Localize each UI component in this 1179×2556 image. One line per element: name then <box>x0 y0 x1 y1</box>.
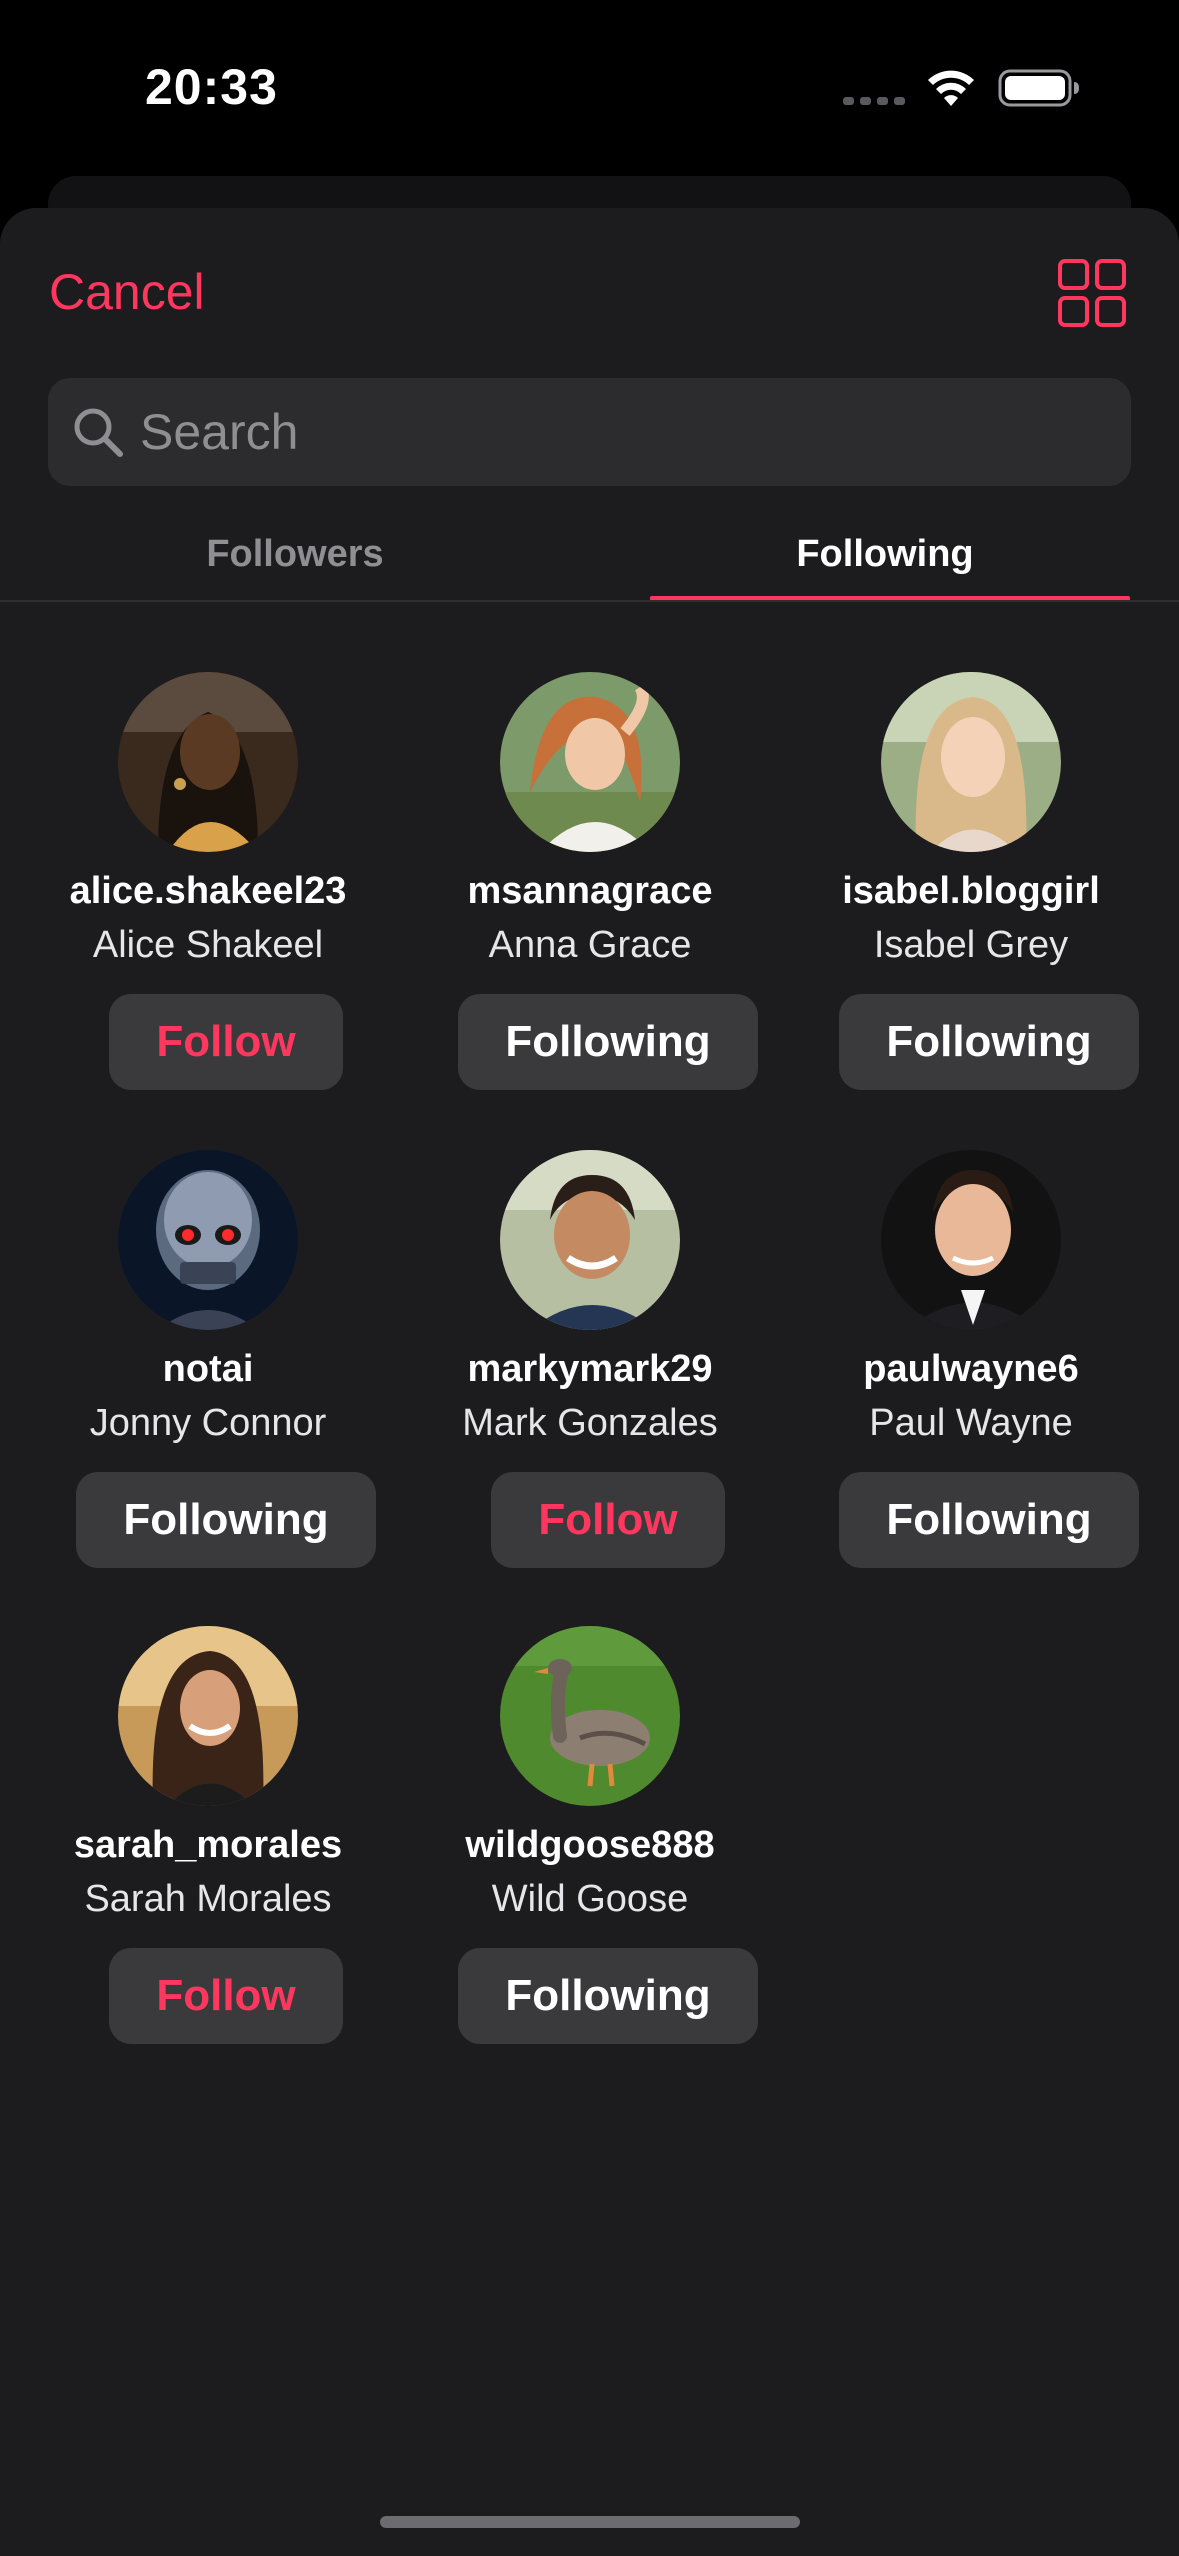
display-name: Mark Gonzales <box>462 1402 718 1444</box>
portrait-photo <box>118 672 298 852</box>
home-indicator <box>380 2516 800 2528</box>
user-card: isabel.bloggirl Isabel Grey Following <box>781 672 1161 1112</box>
follow-button[interactable]: Follow <box>491 1472 725 1568</box>
avatar[interactable] <box>118 1150 298 1330</box>
user-card: markymark29 Mark Gonzales Follow <box>400 1150 780 1590</box>
search-icon <box>74 408 123 457</box>
avatar[interactable] <box>118 1626 298 1806</box>
follow-button[interactable]: Following <box>839 994 1139 1090</box>
search-input[interactable] <box>140 378 1100 486</box>
follow-button[interactable]: Following <box>839 1472 1139 1568</box>
search-bar[interactable] <box>48 378 1131 486</box>
follow-button[interactable]: Following <box>458 1948 758 2044</box>
portrait-photo <box>500 1150 680 1330</box>
portrait-photo <box>881 672 1061 852</box>
tab-followers[interactable]: Followers <box>0 528 590 602</box>
user-card: sarah_morales Sarah Morales Follow <box>18 1626 398 2066</box>
display-name: Paul Wayne <box>869 1402 1073 1444</box>
username: paulwayne6 <box>863 1348 1079 1390</box>
display-name: Wild Goose <box>491 1878 689 1920</box>
follow-button[interactable]: Following <box>76 1472 376 1568</box>
grid-view-button[interactable] <box>1057 258 1127 328</box>
username: markymark29 <box>467 1348 713 1390</box>
display-name: Anna Grace <box>488 924 692 966</box>
user-card: notai Jonny Connor Following <box>18 1150 398 1590</box>
username: sarah_morales <box>73 1824 343 1866</box>
portrait-photo <box>881 1150 1061 1330</box>
user-card: paulwayne6 Paul Wayne Following <box>781 1150 1161 1590</box>
status-time: 20:33 <box>145 59 278 115</box>
wifi-icon <box>928 70 974 106</box>
username: msannagrace <box>467 870 713 912</box>
username: wildgoose888 <box>465 1824 715 1866</box>
portrait-photo <box>118 1626 298 1806</box>
avatar[interactable] <box>500 1150 680 1330</box>
avatar[interactable] <box>500 672 680 852</box>
avatar[interactable] <box>881 672 1061 852</box>
display-name: Sarah Morales <box>84 1878 332 1920</box>
follow-button[interactable]: Follow <box>109 1948 343 2044</box>
battery-icon <box>998 69 1079 107</box>
portrait-photo <box>500 672 680 852</box>
tab-divider <box>0 600 1179 602</box>
tab-following[interactable]: Following <box>590 528 1179 602</box>
display-name: Jonny Connor <box>89 1402 327 1444</box>
avatar[interactable] <box>500 1626 680 1806</box>
user-card: alice.shakeel23 Alice Shakeel Follow <box>18 672 398 1112</box>
user-card: msannagrace Anna Grace Following <box>400 672 780 1112</box>
display-name: Alice Shakeel <box>92 924 324 966</box>
robot-skull-photo <box>118 1150 298 1330</box>
goose-photo <box>500 1626 680 1806</box>
cancel-button[interactable]: Cancel <box>49 262 205 322</box>
avatar[interactable] <box>881 1150 1061 1330</box>
follow-button[interactable]: Follow <box>109 994 343 1090</box>
signal-dots-icon <box>843 97 905 105</box>
follow-button[interactable]: Following <box>458 994 758 1090</box>
avatar[interactable] <box>118 672 298 852</box>
status-bar: 20:33 <box>0 0 1179 170</box>
username: notai <box>162 1348 254 1390</box>
display-name: Isabel Grey <box>873 924 1069 966</box>
username: alice.shakeel23 <box>69 870 347 912</box>
user-card: wildgoose888 Wild Goose Following <box>400 1626 780 2066</box>
username: isabel.bloggirl <box>842 870 1100 912</box>
grid-icon <box>1058 259 1126 327</box>
